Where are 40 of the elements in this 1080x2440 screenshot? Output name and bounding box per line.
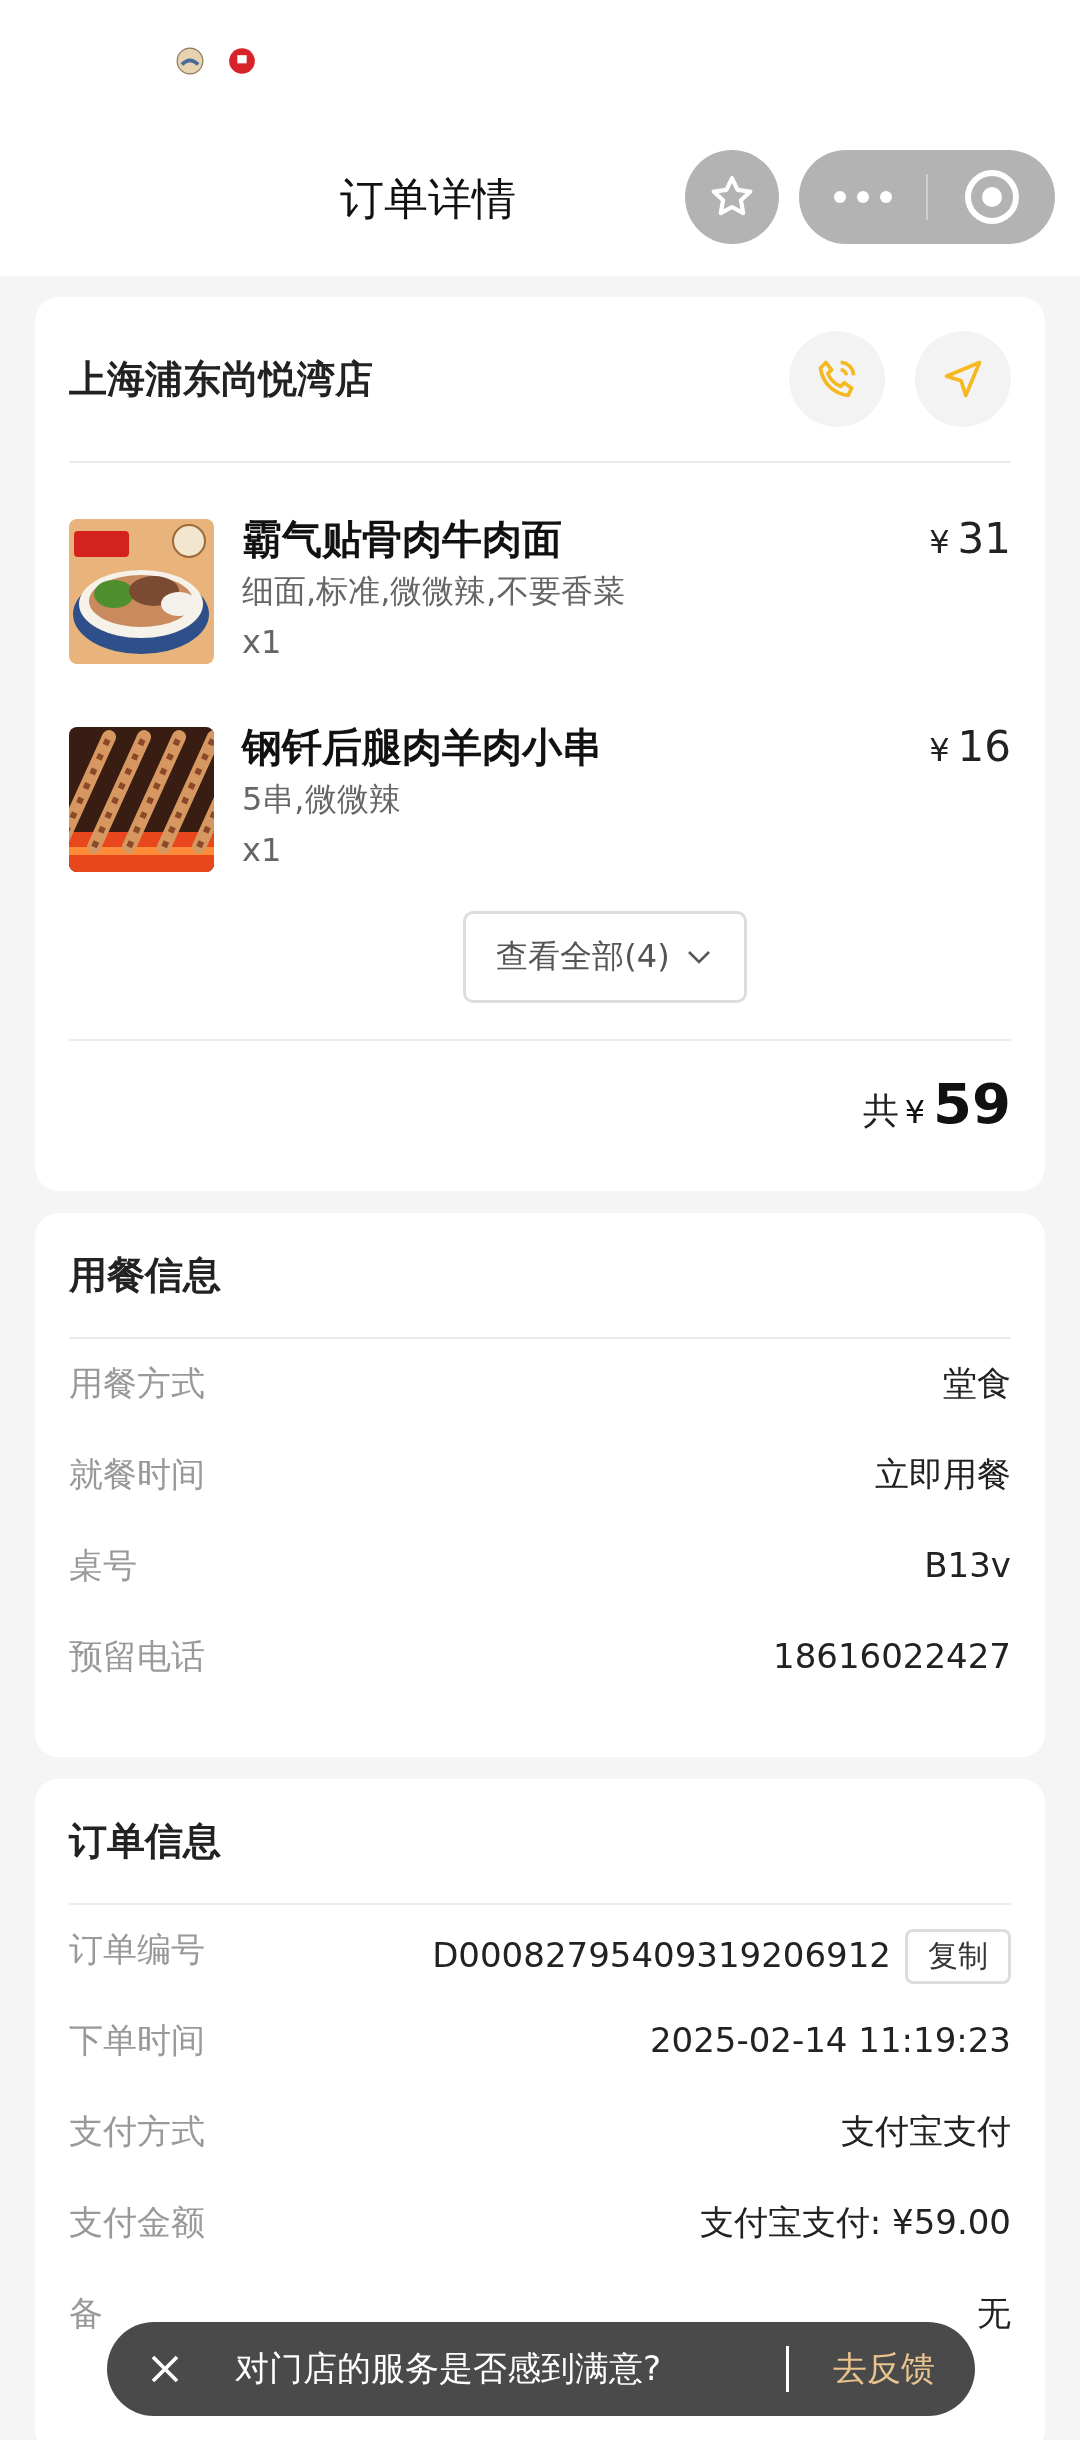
field-label: 预留电话: [69, 1635, 205, 1678]
item-name: 霸气贴骨肉牛肉面: [242, 515, 563, 564]
field-value: 18616022427: [773, 1635, 1011, 1678]
field-value: 支付宝支付: ¥59.00: [699, 2201, 1011, 2244]
field-label: 用餐方式: [69, 1362, 205, 1405]
item-options: 细面,标准,微微辣,不要香菜: [242, 567, 902, 615]
toast-message: 对门店的服务是否感到满意?: [235, 2347, 663, 2390]
item-quantity: x1: [242, 830, 283, 871]
field-label: 下单时间: [69, 2019, 205, 2062]
field-value: D00082795409319206912: [432, 1933, 891, 1977]
field-label: 订单编号: [69, 1928, 205, 1971]
field-label: 支付方式: [69, 2110, 205, 2153]
field-value: B13v: [924, 1544, 1011, 1587]
feedback-link[interactable]: 去反馈: [833, 2346, 935, 2392]
total-label: 共: [862, 1089, 899, 1133]
field-label: 支付金额: [69, 2201, 205, 2244]
page-title: 订单详情: [340, 171, 516, 226]
field-label: 桌号: [69, 1544, 137, 1587]
item-options: 5串,微微辣: [242, 775, 902, 823]
item-price: ¥ 31: [929, 513, 1011, 565]
item-price: ¥ 16: [929, 721, 1011, 773]
app-icon: [176, 47, 204, 75]
field-value: 支付宝支付: [841, 2110, 1011, 2153]
field-label: 就餐时间: [69, 1453, 205, 1496]
copy-button[interactable]: 复制: [905, 1929, 1011, 1984]
store-name: 上海浦东尚悦湾店: [69, 355, 374, 403]
item-quantity: x1: [242, 622, 283, 663]
more-icon: [831, 190, 894, 204]
section-title: 用餐信息: [69, 1251, 222, 1299]
field-value: 无: [977, 2292, 1011, 2335]
section-title: 订单信息: [69, 1817, 222, 1865]
field-label: 备: [69, 2292, 103, 2335]
item-name: 钢钎后腿肉羊肉小串: [242, 723, 603, 772]
view-all-button[interactable]: 查看全部(4): [463, 911, 747, 1003]
field-value: 堂食: [943, 1362, 1011, 1405]
app-icon: [228, 47, 256, 75]
total-amount: ¥59: [904, 1071, 1011, 1136]
target-icon: [963, 169, 1020, 225]
field-value: 2025-02-14 11:19:23: [649, 2019, 1011, 2062]
field-value: 立即用餐: [875, 1453, 1011, 1496]
